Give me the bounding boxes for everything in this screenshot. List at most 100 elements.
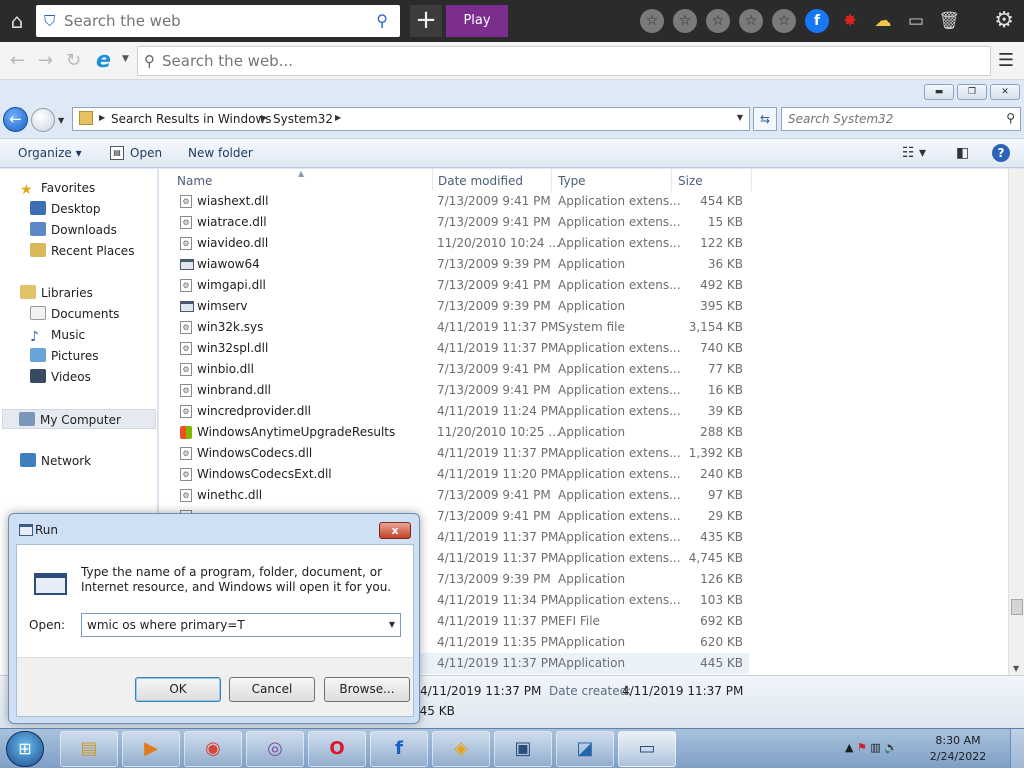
nav-my-computer[interactable]: My Computer bbox=[2, 409, 156, 429]
nav-downloads[interactable]: Downloads bbox=[30, 220, 117, 240]
gear-icon[interactable]: ⚙ bbox=[994, 8, 1014, 33]
run-command-input[interactable] bbox=[87, 617, 377, 633]
nav-pictures[interactable]: Pictures bbox=[30, 346, 99, 366]
clock[interactable]: 8:30 AM 2/24/2022 bbox=[920, 733, 996, 765]
folder-search-input[interactable] bbox=[788, 111, 988, 127]
home-icon[interactable]: ⌂ bbox=[6, 10, 28, 32]
chevron-down-icon[interactable]: ▼ bbox=[737, 113, 743, 122]
back-button[interactable]: ← bbox=[3, 107, 28, 132]
column-header-size[interactable]: Size bbox=[678, 169, 752, 191]
file-row[interactable]: wiawow64 7/13/2009 9:39 PM Application 36 K… bbox=[159, 254, 749, 275]
search-icon[interactable]: ⚲ bbox=[1006, 111, 1015, 125]
vertical-scrollbar[interactable]: ▼ bbox=[1008, 169, 1024, 675]
file-row[interactable]: ⚙ WindowsCodecsExt.dll 4/11/2019 11:20 PM A… bbox=[159, 464, 749, 485]
action-center-icon[interactable]: ⚑ bbox=[857, 741, 867, 754]
column-header-date[interactable]: Date modified bbox=[438, 169, 552, 191]
explorer-taskbar-icon[interactable]: ▤ bbox=[60, 731, 118, 767]
volume-icon[interactable]: 🔈 bbox=[884, 741, 898, 754]
close-button[interactable]: ✕ bbox=[990, 84, 1020, 100]
cancel-button[interactable]: Cancel bbox=[229, 677, 315, 702]
maximize-button[interactable]: ❐ bbox=[957, 84, 987, 100]
breadcrumb-system32[interactable]: System32 bbox=[273, 112, 333, 126]
web-search-box[interactable]: ⛉ ⚲ bbox=[36, 5, 400, 37]
chevron-down-icon[interactable]: ▼ bbox=[1013, 664, 1019, 673]
file-row[interactable]: ⚙ wincredprovider.dll 4/11/2019 11:24 PM Ap… bbox=[159, 401, 749, 422]
refresh-button[interactable]: ⇆ bbox=[753, 107, 777, 131]
file-row[interactable]: ⚙ win32k.sys 4/11/2019 11:37 PM System file… bbox=[159, 317, 749, 338]
nav-videos[interactable]: Videos bbox=[30, 367, 91, 387]
refresh-icon[interactable]: ↻ bbox=[66, 50, 81, 71]
file-row[interactable]: ⚙ WindowsCodecs.dll 4/11/2019 11:37 PM Appl… bbox=[159, 443, 749, 464]
nav-network[interactable]: Network bbox=[20, 451, 91, 471]
web-search-input[interactable] bbox=[64, 9, 364, 33]
run-taskbar-icon[interactable]: ▭ bbox=[618, 731, 676, 767]
file-row[interactable]: ⚙ wiatrace.dll 7/13/2009 9:41 PM Applicatio… bbox=[159, 212, 749, 233]
star-icon[interactable]: ☆ bbox=[772, 9, 796, 33]
file-row[interactable]: WindowsAnytimeUpgradeResults 11/20/2010 1… bbox=[159, 422, 749, 443]
nav-desktop[interactable]: Desktop bbox=[30, 199, 101, 219]
file-row[interactable]: ⚙ wimgapi.dll 7/13/2009 9:41 PM Application… bbox=[159, 275, 749, 296]
star-icon[interactable]: ☆ bbox=[673, 9, 697, 33]
forward-arrow-icon[interactable]: → bbox=[38, 50, 53, 71]
show-desktop-button[interactable] bbox=[1010, 729, 1024, 768]
forward-button[interactable] bbox=[31, 108, 55, 132]
open-button[interactable]: Open bbox=[130, 146, 162, 160]
file-row[interactable]: ⚙ winbrand.dll 7/13/2009 9:41 PM Applicatio… bbox=[159, 380, 749, 401]
network-tray-icon[interactable]: ▥ bbox=[870, 741, 880, 754]
browse-button[interactable]: Browse... bbox=[324, 677, 410, 702]
nav-recent-places[interactable]: Recent Places bbox=[30, 241, 134, 261]
nav-favorites[interactable]: ★ Favorites bbox=[20, 178, 95, 198]
column-header-name[interactable]: Name bbox=[177, 169, 433, 191]
folder-icon[interactable]: ▭ bbox=[904, 9, 928, 33]
chevron-down-icon[interactable]: ▼ bbox=[58, 116, 64, 125]
ie-search-input[interactable] bbox=[162, 50, 962, 72]
organize-button[interactable]: Organize ▾ bbox=[18, 146, 82, 160]
open-combobox[interactable]: ▼ bbox=[81, 613, 401, 637]
start-button[interactable]: ⊞ bbox=[6, 731, 44, 767]
new-folder-button[interactable]: New folder bbox=[188, 146, 253, 160]
nav-libraries[interactable]: Libraries bbox=[20, 283, 93, 303]
media-player-taskbar-icon[interactable]: ▶ bbox=[122, 731, 180, 767]
file-row[interactable]: wimserv 7/13/2009 9:39 PM Application 395 K… bbox=[159, 296, 749, 317]
chevron-right-icon[interactable]: ▶ bbox=[99, 113, 105, 122]
star-icon[interactable]: ☆ bbox=[739, 9, 763, 33]
breadcrumb-search-results[interactable]: Search Results in Windows bbox=[111, 112, 272, 126]
chevron-down-icon[interactable]: ▼ bbox=[389, 620, 395, 629]
facebook-icon[interactable]: f bbox=[805, 9, 829, 33]
trash-icon[interactable]: 🗑 bbox=[937, 9, 961, 33]
new-tab-button[interactable]: + bbox=[410, 5, 442, 37]
ie-search-box[interactable]: ⚲ bbox=[137, 46, 991, 76]
ie-logo-icon[interactable]: e bbox=[96, 48, 111, 73]
folder-search-box[interactable]: ⚲ bbox=[781, 107, 1021, 131]
file-row[interactable]: ⚙ winethc.dll 7/13/2009 9:41 PM Application… bbox=[159, 485, 749, 506]
ladybug-icon[interactable]: ✸ bbox=[838, 9, 862, 33]
xp-mode-taskbar-icon[interactable]: ◪ bbox=[556, 731, 614, 767]
chrome-taskbar-icon[interactable]: ◉ bbox=[184, 731, 242, 767]
nav-music[interactable]: ♪ Music bbox=[30, 325, 85, 345]
nav-documents[interactable]: Documents bbox=[30, 304, 119, 324]
file-row[interactable]: ⚙ winbio.dll 7/13/2009 9:41 PM Application … bbox=[159, 359, 749, 380]
help-icon[interactable]: ? bbox=[992, 144, 1010, 162]
browser-taskbar-icon[interactable]: ◈ bbox=[432, 731, 490, 767]
file-row[interactable]: ⚙ wiashext.dll 7/13/2009 9:41 PM Applicatio… bbox=[159, 191, 749, 212]
back-arrow-icon[interactable]: ← bbox=[10, 50, 25, 71]
address-box[interactable]: ▶ Search Results in Windows ▶ System32 ▶… bbox=[72, 107, 750, 131]
opera-taskbar-icon[interactable]: O bbox=[308, 731, 366, 767]
close-button[interactable]: x bbox=[379, 522, 411, 539]
column-header-type[interactable]: Type bbox=[558, 169, 672, 191]
chevron-down-icon[interactable]: ▼ bbox=[122, 54, 129, 64]
file-row[interactable]: ⚙ win32spl.dll 4/11/2019 11:37 PM Applicati… bbox=[159, 338, 749, 359]
chevron-right-icon[interactable]: ▶ bbox=[335, 113, 341, 122]
weather-icon[interactable]: ☁ bbox=[871, 9, 895, 33]
star-icon[interactable]: ☆ bbox=[640, 9, 664, 33]
minimize-button[interactable]: ▬ bbox=[924, 84, 954, 100]
chevron-up-icon[interactable]: ▲ bbox=[845, 741, 853, 754]
hamburger-menu-icon[interactable]: ☰ bbox=[998, 50, 1014, 71]
chevron-right-icon[interactable]: ▶ bbox=[261, 113, 267, 122]
facebook-taskbar-icon[interactable]: f bbox=[370, 731, 428, 767]
scrollbar-thumb[interactable] bbox=[1011, 599, 1023, 615]
star-icon[interactable]: ☆ bbox=[706, 9, 730, 33]
file-row[interactable]: ⚙ wiavideo.dll 11/20/2010 10:24 ... Applica… bbox=[159, 233, 749, 254]
virtualbox-taskbar-icon[interactable]: ▣ bbox=[494, 731, 552, 767]
app-taskbar-icon[interactable]: ◎ bbox=[246, 731, 304, 767]
